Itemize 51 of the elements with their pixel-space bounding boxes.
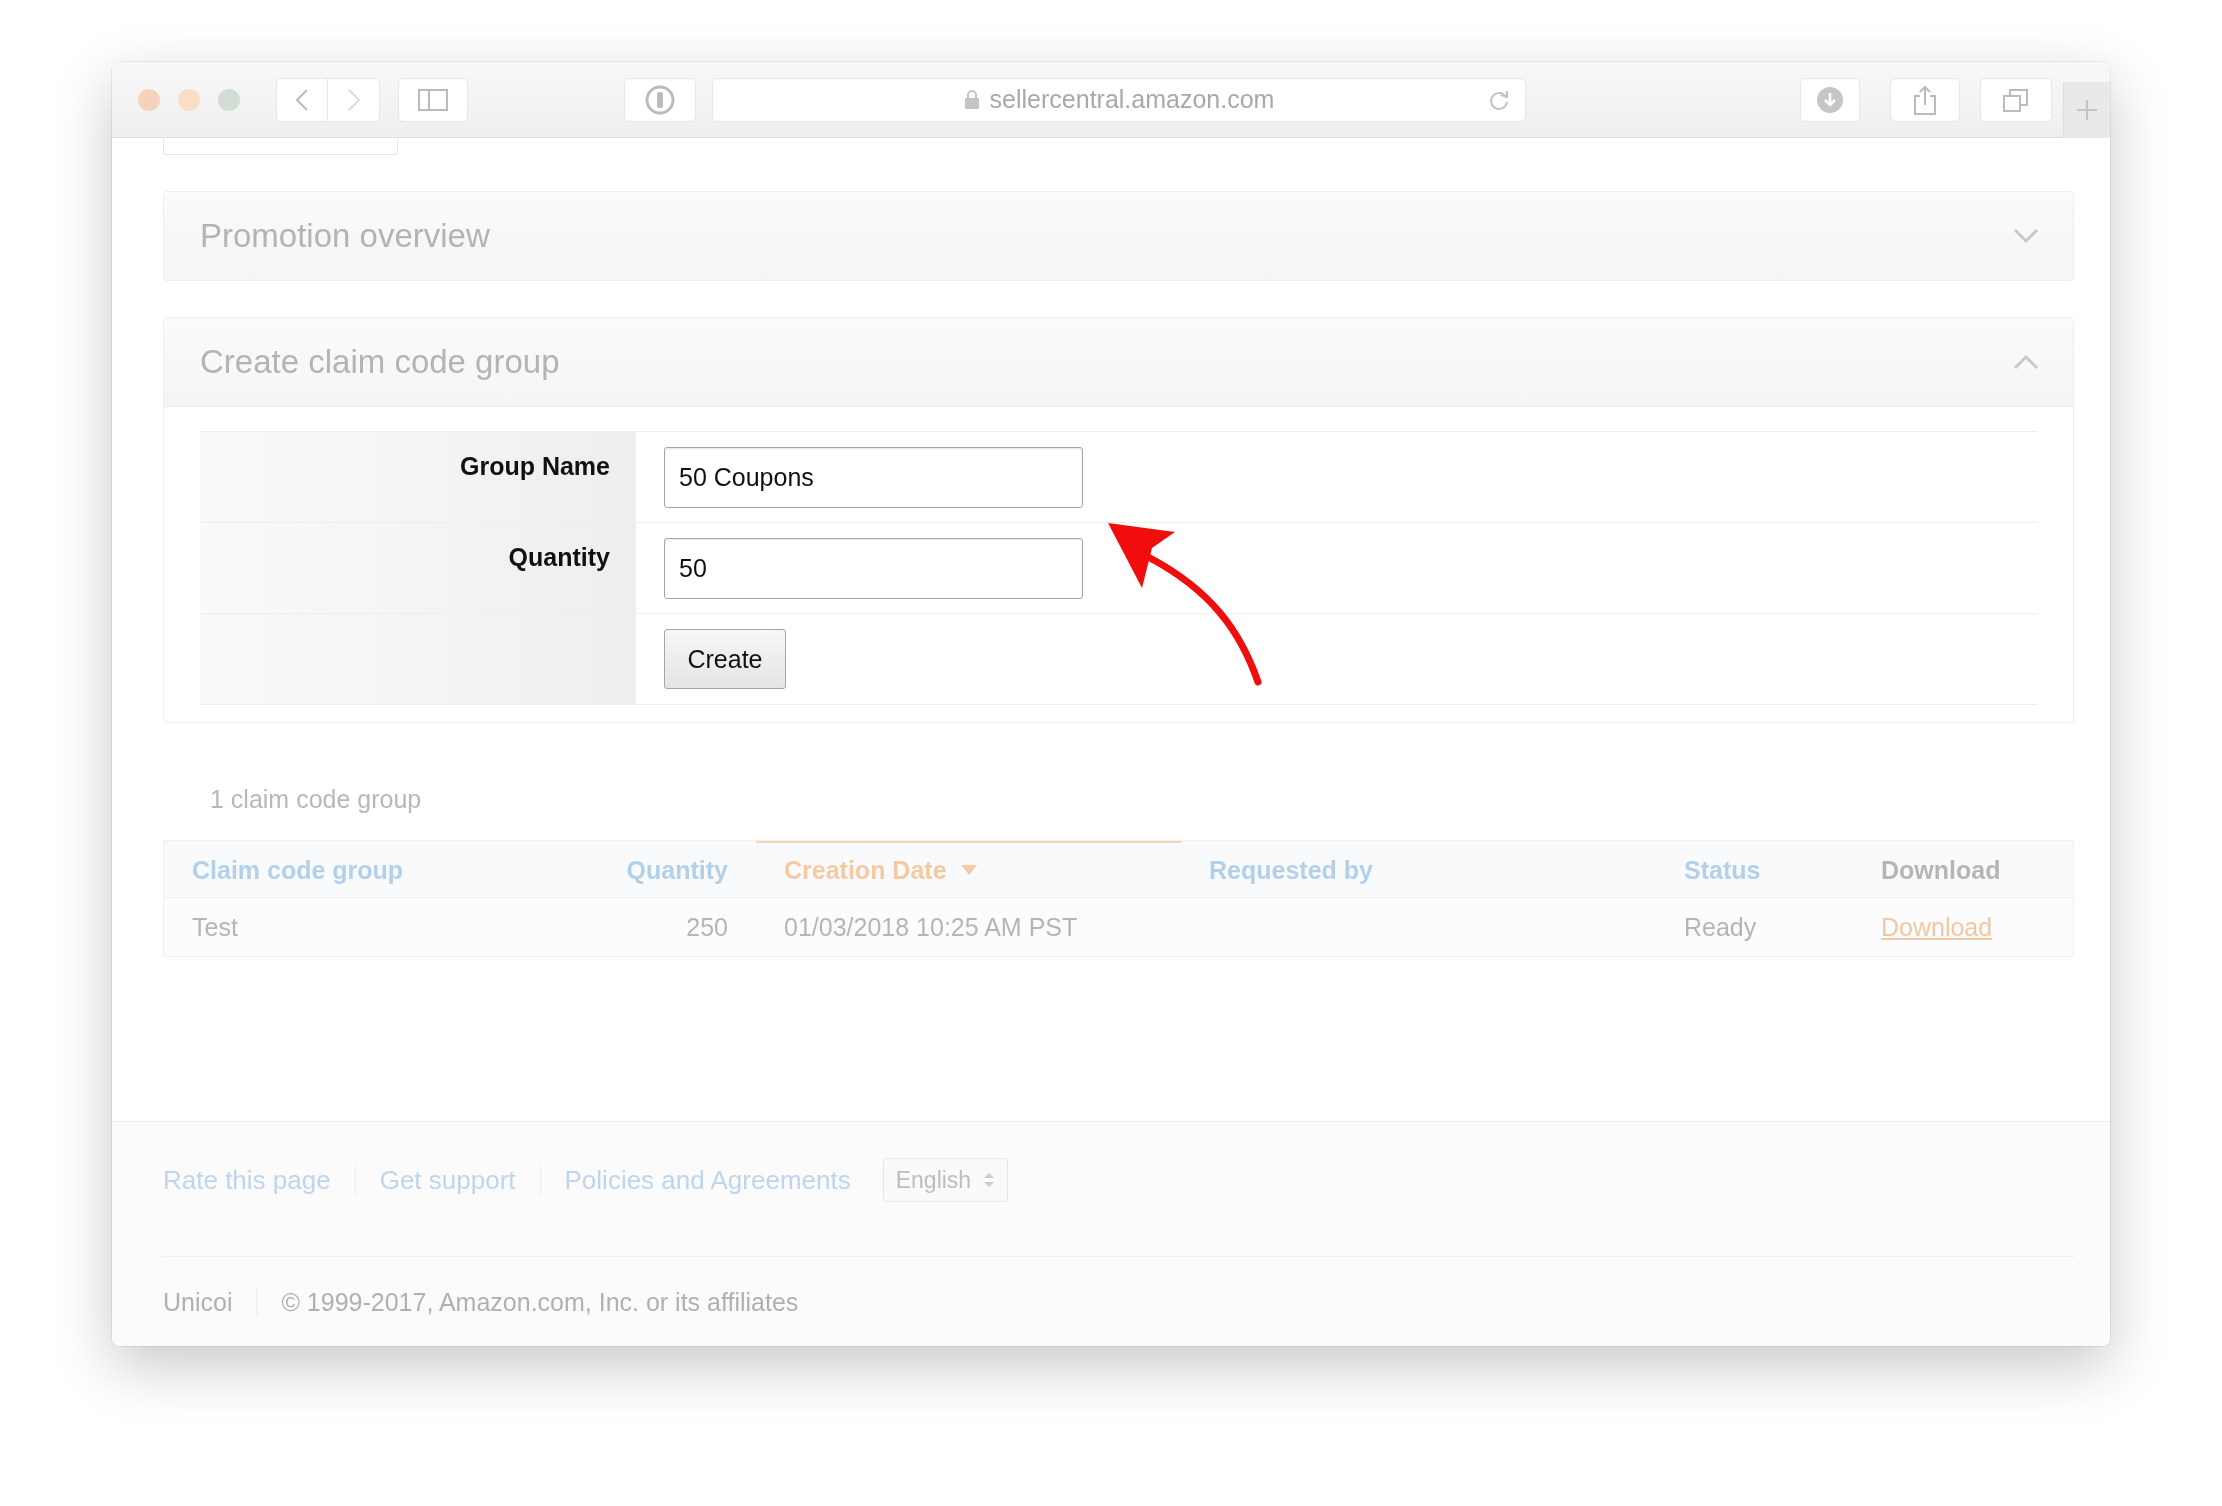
text-field[interactable]: 50 bbox=[664, 538, 1083, 599]
chevron-up-icon[interactable] bbox=[2013, 354, 2039, 370]
footer-link[interactable]: Rate this page bbox=[163, 1164, 355, 1196]
keyhole-icon bbox=[644, 83, 676, 116]
panel-title[interactable]: Promotion overview bbox=[200, 217, 490, 255]
reload-icon[interactable] bbox=[1487, 88, 1511, 113]
column-header: Download bbox=[1853, 841, 2073, 897]
text-field[interactable]: 50 Coupons bbox=[664, 447, 1083, 508]
brand-name: Unicoi bbox=[163, 1287, 258, 1317]
forward-icon bbox=[346, 87, 361, 112]
download-icon bbox=[1816, 85, 1844, 114]
footer-link[interactable]: Get support bbox=[354, 1164, 540, 1196]
field-label: Quantity bbox=[508, 543, 610, 571]
column-header[interactable]: Claim code group bbox=[164, 841, 561, 897]
table-cell: Test bbox=[192, 912, 238, 942]
column-header[interactable]: Status bbox=[1656, 841, 1853, 897]
share-button[interactable] bbox=[1890, 77, 1960, 122]
back-button[interactable] bbox=[276, 77, 328, 122]
table-cell: Ready bbox=[1684, 912, 1757, 942]
table-cell: 01/03/2018 10:25 AM PST bbox=[784, 912, 1078, 942]
language-select[interactable]: English bbox=[882, 1158, 1009, 1202]
zoom-window-button[interactable] bbox=[218, 88, 240, 111]
result-count: 1 claim code group bbox=[210, 785, 423, 814]
share-icon bbox=[1913, 84, 1937, 115]
password-button[interactable] bbox=[624, 77, 696, 122]
forward-button[interactable] bbox=[328, 77, 380, 122]
url-text: sellercentral.amazon.com bbox=[989, 85, 1275, 114]
field-label: Group Name bbox=[459, 452, 610, 480]
close-window-button[interactable] bbox=[138, 88, 160, 111]
column-header[interactable]: Requested by bbox=[1181, 841, 1656, 897]
address-bar[interactable]: sellercentral.amazon.com bbox=[712, 77, 1526, 122]
table-cell: 250 bbox=[686, 912, 728, 942]
panel-title[interactable]: Create claim code group bbox=[200, 343, 560, 381]
tabs-icon bbox=[2003, 87, 2029, 112]
back-icon bbox=[295, 87, 309, 112]
minimize-window-button[interactable] bbox=[178, 88, 200, 111]
updown-icon bbox=[983, 1171, 996, 1189]
create-button[interactable]: Create bbox=[664, 629, 786, 689]
sidebar-icon bbox=[418, 88, 448, 111]
tabs-button[interactable] bbox=[1980, 77, 2052, 122]
column-header[interactable]: Quantity bbox=[561, 841, 756, 897]
new-tab-button[interactable] bbox=[2063, 82, 2110, 138]
copyright-text: © 1999-2017, Amazon.com, Inc. or its affiliates bbox=[281, 1287, 799, 1317]
sort-caret-icon bbox=[960, 865, 977, 875]
lock-icon bbox=[963, 89, 980, 110]
downloads-button[interactable] bbox=[1800, 77, 1860, 122]
chevron-down-icon[interactable] bbox=[2013, 228, 2039, 244]
sidebar-button[interactable] bbox=[398, 77, 468, 122]
column-header[interactable]: Creation Date bbox=[756, 841, 1181, 897]
plus-icon bbox=[2076, 99, 2098, 121]
footer-link[interactable]: Policies and Agreements bbox=[539, 1164, 875, 1196]
